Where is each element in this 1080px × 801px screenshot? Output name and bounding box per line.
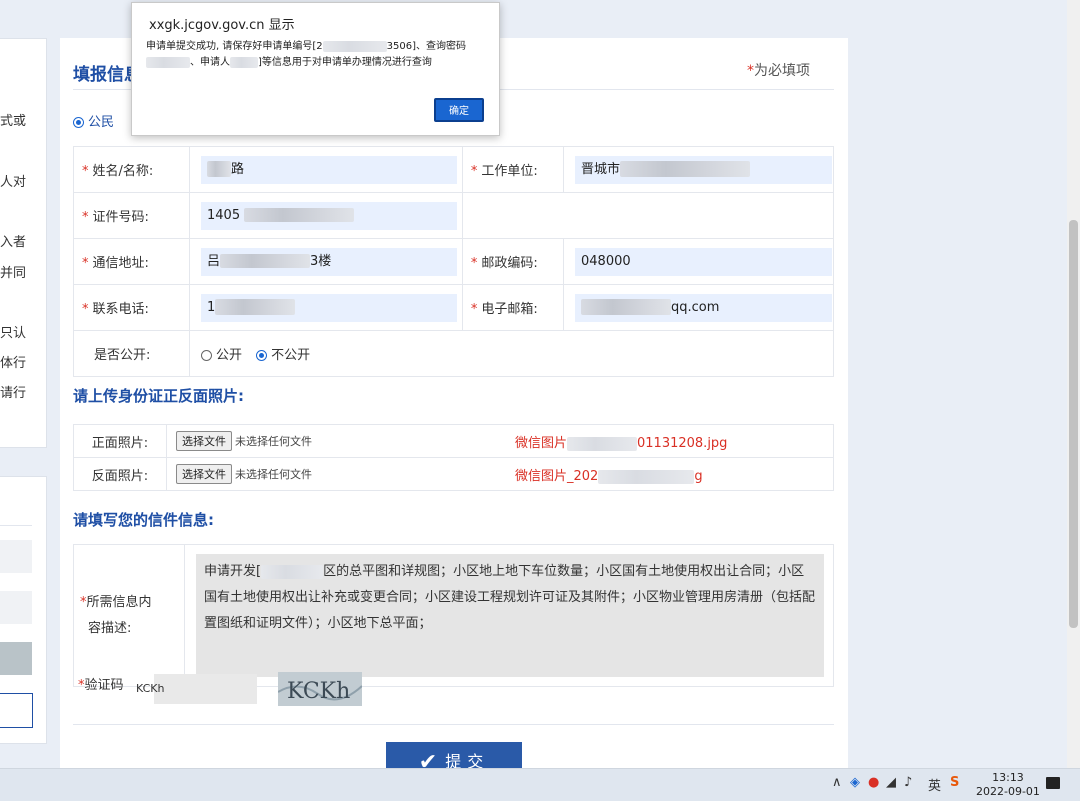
- back-choose-file-button[interactable]: 选择文件: [176, 464, 232, 484]
- phone-input[interactable]: 1: [201, 293, 458, 322]
- required-note: *为必填项: [747, 60, 810, 80]
- captcha-image-text: KCKh: [287, 679, 350, 704]
- left-text-fragment: 并同: [0, 266, 27, 281]
- front-file-status: 未选择任何文件: [235, 435, 312, 448]
- page-scrollbar[interactable]: [1067, 0, 1080, 768]
- front-file-name: 微信图片 01131208.jpg: [515, 436, 728, 451]
- dialog-title: xxgk.jcgov.gov.cn 显示: [149, 18, 295, 33]
- front-photo-label: 正面照片:: [73, 424, 167, 458]
- network-icon[interactable]: ◢: [886, 775, 896, 790]
- dialog-ok-button[interactable]: 确定: [434, 98, 484, 122]
- ime-indicator[interactable]: 英: [928, 775, 941, 794]
- left-text-fragment: 只认: [0, 326, 27, 341]
- captcha-graphic: KCKh: [278, 672, 362, 706]
- email-input[interactable]: qq.com: [575, 293, 832, 322]
- taskbar: ∧ ◈ ● ◢ ♪ 英 S 13:13 2022-09-01: [0, 768, 1080, 801]
- postcode-input[interactable]: 048000: [575, 247, 832, 276]
- clock-time: 13:13: [992, 771, 1024, 784]
- left-text-fragment: 式或: [0, 114, 27, 129]
- back-file-status: 未选择任何文件: [235, 468, 312, 481]
- left-text-fragment: 入者: [0, 235, 27, 250]
- divider: [0, 525, 32, 526]
- description-label: *所需信息内 容描述:: [73, 544, 185, 687]
- left-button[interactable]: [0, 693, 33, 728]
- notification-icon[interactable]: [1046, 777, 1060, 789]
- front-choose-file-button[interactable]: 选择文件: [176, 431, 232, 451]
- upload-table: 正面照片: 选择文件 未选择任何文件 微信图片 01131208.jpg 反面照片:…: [73, 424, 834, 491]
- letter-section-title: 请填写您的信件信息:: [73, 511, 214, 529]
- left-text-fragment: 人对: [0, 175, 27, 190]
- letter-table: *所需信息内 容描述: 申请开发[区的总平图和详规图；小区地上地下车位数量；小区…: [73, 544, 834, 687]
- left-input-box[interactable]: [0, 540, 32, 573]
- employer-input[interactable]: 晋城市: [575, 155, 832, 184]
- email-label-cell: * 电子邮箱:: [461, 284, 565, 331]
- left-side-panel: 式或 人对 入者 并同 只认 体行 请行: [0, 38, 47, 448]
- required-note-text: 为必填项: [754, 63, 810, 79]
- left-side-panel-lower: [0, 476, 47, 744]
- dialog-message: 申请单提交成功, 请保存好申请单编号[2 3506]、查询密码 、申请人]等信息用…: [146, 40, 466, 68]
- security-app-icon[interactable]: ●: [868, 775, 879, 790]
- chevron-up-icon[interactable]: ∧: [832, 775, 842, 790]
- left-input-box[interactable]: [0, 591, 32, 624]
- back-photo-label: 反面照片:: [73, 457, 167, 491]
- name-label-cell: * 姓名/名称:: [72, 146, 191, 193]
- captcha-input[interactable]: KCKh: [136, 674, 257, 704]
- application-form-panel: 填报信息 *为必填项 公民 * 姓名/名称: 路 * 工作单位: 晋城市 * 证件号码…: [60, 38, 848, 778]
- shield-icon[interactable]: ◈: [850, 775, 860, 790]
- radio-selected-icon[interactable]: [73, 117, 84, 128]
- address-label-cell: * 通信地址:: [72, 238, 191, 285]
- upload-section-title: 请上传身份证正反面照片:: [73, 387, 244, 405]
- left-text-fragment: 请行: [0, 386, 27, 401]
- private-radio[interactable]: 不公开: [256, 348, 310, 363]
- required-star: *: [747, 63, 754, 79]
- radio-selected-icon[interactable]: [256, 350, 268, 361]
- postcode-label-cell: * 邮政编码:: [461, 238, 565, 285]
- public-label-cell: 是否公开:: [72, 330, 191, 377]
- system-clock[interactable]: 13:13 2022-09-01: [976, 771, 1040, 799]
- speaker-icon[interactable]: ♪: [904, 775, 912, 790]
- captcha-row: *验证码 KCKh KCKh: [78, 672, 362, 706]
- address-input[interactable]: 吕 3楼: [201, 247, 458, 276]
- applicant-info-table: * 姓名/名称: 路 * 工作单位: 晋城市 * 证件号码: 1405 * 通信地址: …: [72, 146, 835, 377]
- back-file-name: 微信图片_202 g: [515, 469, 703, 484]
- applicant-type-label: 公民: [88, 115, 115, 130]
- employer-label-cell: * 工作单位:: [461, 146, 565, 193]
- name-input[interactable]: 路: [201, 155, 458, 184]
- public-radio[interactable]: 公开: [201, 348, 242, 363]
- scrollbar-thumb[interactable]: [1069, 220, 1078, 628]
- divider: [73, 724, 834, 725]
- captcha-label: 验证码: [84, 678, 124, 693]
- left-captcha-image: [0, 642, 32, 675]
- radio-empty-icon[interactable]: [201, 350, 213, 361]
- clock-date: 2022-09-01: [976, 785, 1040, 798]
- id-number-input[interactable]: 1405: [201, 201, 458, 230]
- alert-dialog: xxgk.jcgov.gov.cn 显示 申请单提交成功, 请保存好申请单编号[…: [131, 2, 500, 136]
- left-text-fragment: 体行: [0, 356, 27, 371]
- captcha-image[interactable]: KCKh: [278, 672, 362, 706]
- app-s-icon[interactable]: S: [950, 775, 959, 790]
- description-textarea[interactable]: 申请开发[区的总平图和详规图；小区地上地下车位数量；小区国有土地使用权出让合同；…: [196, 554, 824, 677]
- applicant-type-radio[interactable]: 公民: [73, 111, 114, 130]
- id-label-cell: * 证件号码:: [72, 192, 191, 239]
- phone-label-cell: * 联系电话:: [72, 284, 191, 331]
